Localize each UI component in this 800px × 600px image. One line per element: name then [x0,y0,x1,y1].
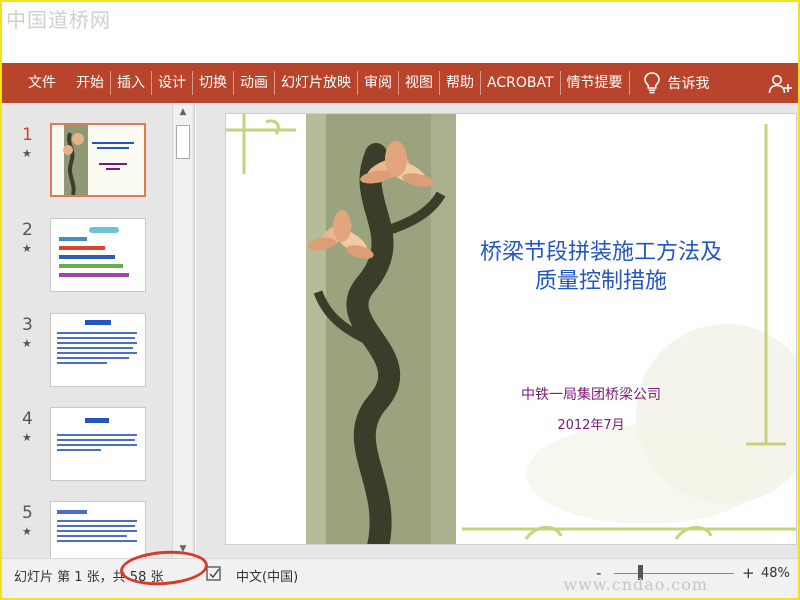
tab-transitions[interactable]: 切换 [193,63,233,103]
transition-star-icon: ★ [22,337,32,350]
thumbnail-pane[interactable]: 1 ★ 2 ★ 3 ★ 4 ★ 5 ★ ▲ ▼ [2,103,195,558]
tab-slideshow[interactable]: 幻灯片放映 [275,63,357,103]
slide-title[interactable]: 桥梁节段拼装施工方法及 质量控制措施 [454,238,748,296]
tab-view[interactable]: 视图 [399,63,439,103]
ribbon-tabs: 文件 开始 插入 设计 切换 动画 幻灯片放映 审阅 视图 帮助 ACROBAT… [2,63,798,103]
watermark-top: 中国道桥网 [6,8,111,32]
language-status[interactable]: 中文(中国) [236,566,298,585]
thumbnail-number: 5 [22,503,33,523]
tab-review[interactable]: 审阅 [358,63,398,103]
slide-background-artwork [226,114,796,544]
thumbnail-preview[interactable] [50,218,146,292]
lightbulb-icon [643,72,660,94]
spell-check-icon[interactable] [206,566,222,582]
thumbnail-slide-2[interactable]: 2 ★ [2,218,172,300]
slide-date[interactable]: 2012年7月 [526,414,656,433]
slide-title-line-1: 桥梁节段拼装施工方法及 [479,240,722,265]
thumbnail-number: 4 [22,409,33,429]
slide-editing-area: 桥梁节段拼装施工方法及 质量控制措施 中铁一局集团桥梁公司 2012年7月 [196,103,798,558]
thumbnail-scrollbar[interactable]: ▲ ▼ [172,103,192,558]
zoom-slider-track[interactable] [614,573,734,574]
transition-star-icon: ★ [22,431,32,444]
thumbnail-number: 1 [22,125,33,145]
share-user-icon[interactable] [768,74,794,94]
watermark-bottom: www.cndao.com [563,575,708,594]
slide-company-name[interactable]: 中铁一局集团桥梁公司 [476,384,706,404]
thumbnail-preview[interactable] [50,407,146,481]
slide-title-line-2: 质量控制措施 [534,269,667,294]
transition-star-icon: ★ [22,525,32,538]
zoom-level[interactable]: 48% [761,566,790,581]
thumbnail-preview[interactable] [50,501,146,558]
scroll-thumb[interactable] [176,125,190,159]
tab-acrobat[interactable]: ACROBAT [481,63,560,103]
thumbnail-slide-3[interactable]: 3 ★ [2,313,172,395]
thumbnail-slide-4[interactable]: 4 ★ [2,407,172,489]
current-slide[interactable]: 桥梁节段拼装施工方法及 质量控制措施 中铁一局集团桥梁公司 2012年7月 [225,113,797,545]
zoom-in-button[interactable]: + [742,564,755,582]
tab-design[interactable]: 设计 [152,63,192,103]
thumbnail-slide-1[interactable]: 1 ★ [2,123,172,205]
tab-insert[interactable]: 插入 [111,63,151,103]
tell-me-box[interactable]: 告诉我 [630,72,710,94]
tab-help[interactable]: 帮助 [440,63,480,103]
thumbnail-number: 2 [22,220,33,240]
scroll-up-arrow-icon[interactable]: ▲ [175,105,191,119]
transition-star-icon: ★ [22,147,32,160]
thumbnail-slide-5[interactable]: 5 ★ [2,501,172,558]
thumbnail-number: 3 [22,315,33,335]
thumbnail-preview[interactable] [50,313,146,387]
transition-star-icon: ★ [22,242,32,255]
thumbnail-preview-title-slide[interactable] [50,123,146,197]
tab-storyboarding[interactable]: 情节提要 [561,63,629,103]
tab-animations[interactable]: 动画 [234,63,274,103]
tab-file[interactable]: 文件 [2,63,70,103]
tab-home[interactable]: 开始 [70,63,110,103]
tell-me-label: 告诉我 [667,76,710,92]
